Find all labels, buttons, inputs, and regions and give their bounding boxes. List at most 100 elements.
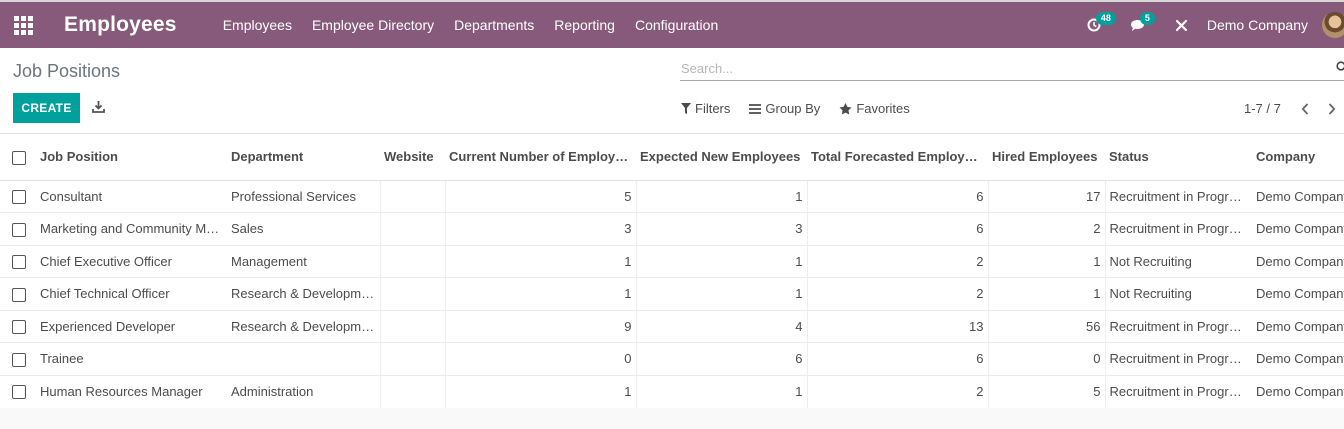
column-header-company[interactable]: Company xyxy=(1252,134,1344,181)
cell-current-employees[interactable]: 1 xyxy=(445,374,637,408)
cell-job-position[interactable]: Consultant xyxy=(36,179,227,213)
cell-total-forecasted-employees[interactable]: 13 xyxy=(807,309,989,343)
row-checkbox[interactable] xyxy=(12,320,26,335)
cell-status[interactable]: Recruitment in Progress xyxy=(1105,309,1252,343)
cell-hired-employees[interactable]: 56 xyxy=(988,309,1106,343)
cell-expected-new-employees[interactable]: 1 xyxy=(636,244,808,278)
cell-website[interactable] xyxy=(380,212,446,245)
cell-department[interactable]: Sales xyxy=(227,212,381,245)
cell-department[interactable]: Research & Development xyxy=(227,309,381,343)
cell-expected-new-employees[interactable]: 6 xyxy=(636,342,808,375)
menu-employee-directory[interactable]: Employee Directory xyxy=(312,17,434,33)
cell-company[interactable]: Demo Company xyxy=(1252,342,1344,375)
menu-employees[interactable]: Employees xyxy=(223,17,292,33)
cell-current-employees[interactable]: 1 xyxy=(445,244,637,278)
download-icon[interactable] xyxy=(92,100,105,113)
cell-total-forecasted-employees[interactable]: 6 xyxy=(807,342,989,375)
cell-website[interactable] xyxy=(380,244,446,278)
cell-expected-new-employees[interactable]: 1 xyxy=(636,374,808,408)
groupby-dropdown[interactable]: Group By xyxy=(749,101,820,116)
cell-company[interactable]: Demo Company xyxy=(1252,179,1344,213)
cell-company[interactable]: Demo Company xyxy=(1252,374,1344,408)
cell-job-position[interactable]: Experienced Developer xyxy=(36,309,227,343)
column-header-status[interactable]: Status xyxy=(1105,134,1252,181)
cell-current-employees[interactable]: 0 xyxy=(445,342,637,375)
column-header-hired-employees[interactable]: Hired Employees xyxy=(988,134,1105,181)
cell-hired-employees[interactable]: 5 xyxy=(988,374,1106,408)
cell-hired-employees[interactable]: 1 xyxy=(988,277,1106,310)
column-header-total-forecasted-employees[interactable]: Total Forecasted Employees xyxy=(807,134,988,181)
cell-company[interactable]: Demo Company xyxy=(1252,309,1344,343)
cell-website[interactable] xyxy=(380,277,446,310)
cell-total-forecasted-employees[interactable]: 6 xyxy=(807,212,989,245)
cell-hired-employees[interactable]: 2 xyxy=(988,212,1106,245)
row-checkbox[interactable] xyxy=(12,255,26,270)
table-row[interactable]: Human Resources Manager Administration 1 1 2… xyxy=(0,374,1344,408)
cell-total-forecasted-employees[interactable]: 6 xyxy=(807,179,989,213)
create-button[interactable]: CREATE xyxy=(13,93,80,123)
cell-company[interactable]: Demo Company xyxy=(1252,277,1344,310)
cell-job-position[interactable]: Marketing and Community Manager xyxy=(36,212,227,245)
column-header-expected-new-employees[interactable]: Expected New Employees xyxy=(636,134,807,181)
cell-expected-new-employees[interactable]: 1 xyxy=(636,277,808,310)
column-header-website[interactable]: Website xyxy=(380,134,445,181)
cell-website[interactable] xyxy=(380,309,446,343)
cell-current-employees[interactable]: 1 xyxy=(445,277,637,310)
pager-value[interactable]: 1-7 / 7 xyxy=(1244,101,1281,116)
tools-button[interactable] xyxy=(1167,2,1197,48)
cell-expected-new-employees[interactable]: 1 xyxy=(636,179,808,213)
cell-expected-new-employees[interactable]: 4 xyxy=(636,309,808,343)
cell-status[interactable]: Recruitment in Progress xyxy=(1105,212,1252,245)
cell-company[interactable]: Demo Company xyxy=(1252,244,1344,278)
row-checkbox[interactable] xyxy=(12,385,26,400)
cell-status[interactable]: Not Recruiting xyxy=(1105,277,1252,310)
filters-dropdown[interactable]: Filters xyxy=(681,101,730,116)
cell-department[interactable] xyxy=(227,342,381,375)
cell-total-forecasted-employees[interactable]: 2 xyxy=(807,277,989,310)
company-switcher[interactable]: Demo Company xyxy=(1207,17,1308,33)
pager-next-button[interactable] xyxy=(1324,100,1340,118)
column-header-department[interactable]: Department xyxy=(227,134,380,181)
cell-current-employees[interactable]: 9 xyxy=(445,309,637,343)
cell-hired-employees[interactable]: 17 xyxy=(988,179,1106,213)
messages-button[interactable]: 5 xyxy=(1123,2,1155,48)
cell-job-position[interactable]: Chief Executive Officer xyxy=(36,244,227,278)
table-row[interactable]: Consultant Professional Services 5 1 6 17 Recr… xyxy=(0,179,1344,213)
cell-department[interactable]: Research & Development xyxy=(227,277,381,310)
table-row[interactable]: Trainee 0 6 6 0 Recruitment in Progress Demo C… xyxy=(0,342,1344,375)
column-header-current-employees[interactable]: Current Number of Employees xyxy=(445,134,636,181)
menu-configuration[interactable]: Configuration xyxy=(635,17,718,33)
cell-department[interactable]: Professional Services xyxy=(227,179,381,213)
favorites-dropdown[interactable]: Favorites xyxy=(839,101,910,116)
table-row[interactable]: Marketing and Community Manager Sales 3 3 6 2… xyxy=(0,212,1344,245)
cell-hired-employees[interactable]: 0 xyxy=(988,342,1106,375)
cell-status[interactable]: Not Recruiting xyxy=(1105,244,1252,278)
cell-job-position[interactable]: Chief Technical Officer xyxy=(36,277,227,310)
cell-status[interactable]: Recruitment in Progress xyxy=(1105,342,1252,375)
menu-departments[interactable]: Departments xyxy=(454,17,534,33)
cell-department[interactable]: Administration xyxy=(227,374,381,408)
user-avatar[interactable] xyxy=(1322,12,1344,38)
column-header-job-position[interactable]: Job Position xyxy=(36,134,227,181)
apps-grid-icon[interactable] xyxy=(0,2,46,48)
table-row[interactable]: Chief Technical Officer Research & Develo… xyxy=(0,277,1344,310)
pager-previous-button[interactable] xyxy=(1297,100,1313,118)
activity-button[interactable]: 48 xyxy=(1079,2,1116,48)
app-title[interactable]: Employees xyxy=(64,13,177,37)
cell-website[interactable] xyxy=(380,179,446,213)
cell-website[interactable] xyxy=(380,374,446,408)
cell-hired-employees[interactable]: 1 xyxy=(988,244,1106,278)
row-checkbox[interactable] xyxy=(12,222,26,237)
cell-expected-new-employees[interactable]: 3 xyxy=(636,212,808,245)
cell-total-forecasted-employees[interactable]: 2 xyxy=(807,244,989,278)
table-row[interactable]: Chief Executive Officer Management 1 1 2 1 Not… xyxy=(0,244,1344,278)
row-checkbox[interactable] xyxy=(12,190,26,205)
cell-job-position[interactable]: Trainee xyxy=(36,342,227,375)
menu-reporting[interactable]: Reporting xyxy=(554,17,615,33)
select-all-checkbox[interactable] xyxy=(12,150,26,165)
cell-status[interactable]: Recruitment in Progress xyxy=(1105,374,1252,408)
cell-status[interactable]: Recruitment in Progress xyxy=(1105,179,1252,213)
cell-website[interactable] xyxy=(380,342,446,375)
search-icon[interactable] xyxy=(1336,61,1344,73)
cell-job-position[interactable]: Human Resources Manager xyxy=(36,374,227,408)
